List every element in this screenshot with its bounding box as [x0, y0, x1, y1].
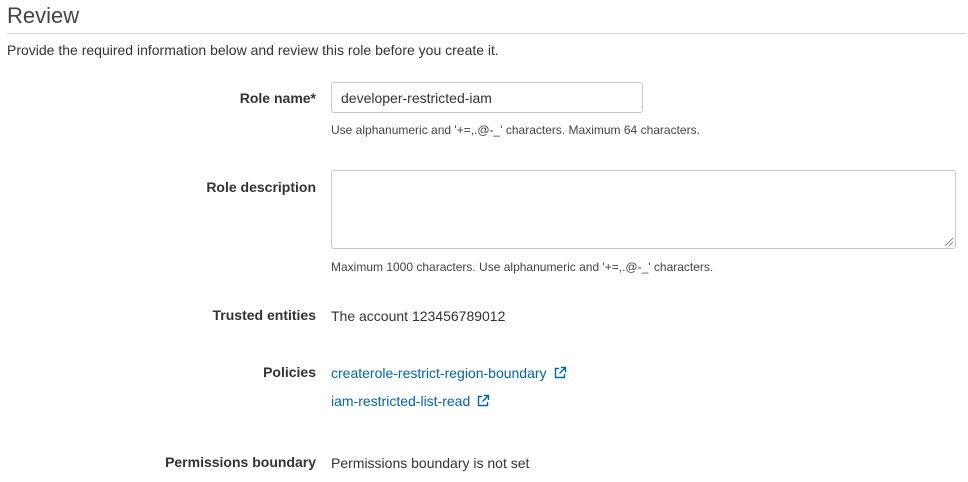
permissions-boundary-value: Permissions boundary is not set [331, 455, 530, 471]
permissions-boundary-label: Permissions boundary [165, 454, 316, 470]
policy-link-label: iam-restricted-list-read [331, 393, 471, 409]
role-name-input[interactable] [331, 82, 643, 113]
policy-link-iam-restricted-list-read[interactable]: iam-restricted-list-read [331, 392, 490, 410]
external-link-icon [554, 366, 566, 379]
role-description-field [331, 170, 956, 249]
role-description-input[interactable] [331, 170, 956, 249]
intro-text: Provide the required information below a… [7, 42, 499, 58]
role-name-hint: Use alphanumeric and '+=,.@-_' character… [331, 123, 700, 137]
role-name-label: Role name* [239, 90, 316, 106]
role-description-label: Role description [206, 179, 316, 195]
external-link-icon [478, 394, 490, 407]
policy-link-label: createrole-restrict-region-boundary [331, 365, 547, 381]
resize-grip-icon[interactable] [944, 237, 954, 247]
trusted-entities-value: The account 123456789012 [331, 308, 506, 324]
policies-label: Policies [263, 364, 316, 380]
title-divider [7, 33, 966, 34]
page-title: Review [7, 3, 80, 28]
role-description-hint: Maximum 1000 characters. Use alphanumeri… [331, 260, 714, 274]
policy-link-createrole-restrict-region-boundary[interactable]: createrole-restrict-region-boundary [331, 364, 567, 382]
trusted-entities-label: Trusted entities [212, 307, 316, 323]
